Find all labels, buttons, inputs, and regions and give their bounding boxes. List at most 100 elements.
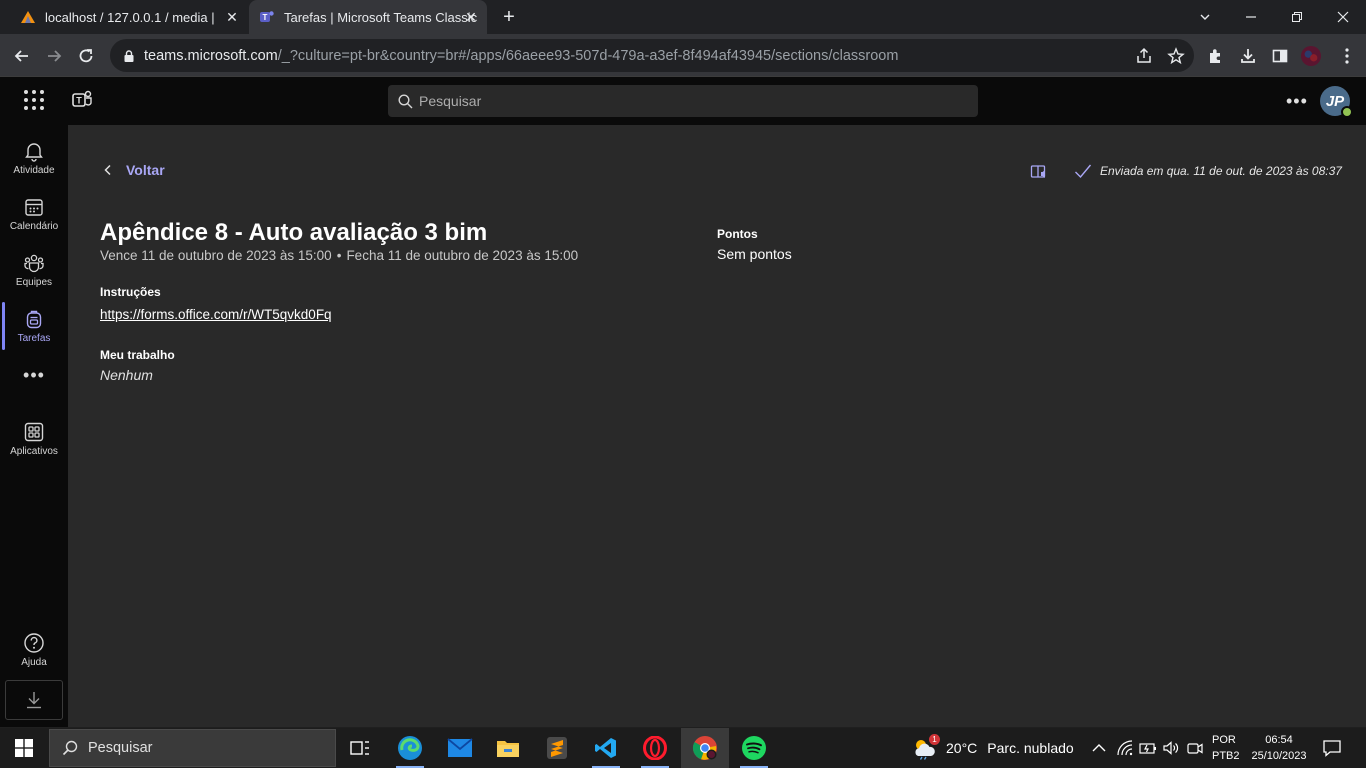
share-icon[interactable] xyxy=(1135,47,1153,65)
url-host: teams.microsoft.com xyxy=(144,47,278,64)
download-icon[interactable] xyxy=(1238,46,1258,66)
rail-item-ajuda[interactable]: Ajuda xyxy=(0,622,68,678)
search-input[interactable] xyxy=(419,93,959,109)
input-language[interactable]: POR PTB2 xyxy=(1212,732,1240,764)
submission-status: Enviada em qua. 11 de out. de 2023 às 08… xyxy=(1074,163,1342,179)
meet-now-icon[interactable] xyxy=(1186,739,1204,757)
chrome-icon[interactable] xyxy=(681,728,729,768)
assignment-detail: Voltar Enviada em qua. 11 de out. de 202… xyxy=(68,125,1366,727)
lock-icon xyxy=(124,49,134,62)
chevron-up-icon[interactable] xyxy=(1090,739,1108,757)
back-button[interactable]: Voltar xyxy=(102,162,165,178)
svg-text:T: T xyxy=(76,96,82,106)
restore-button[interactable] xyxy=(1274,0,1320,34)
close-date: Fecha 11 de outubro de 2023 às 15:00 xyxy=(346,248,579,263)
tab-phpmyadmin[interactable]: localhost / 127.0.0.1 / media | ph ✕ xyxy=(12,0,248,34)
url-path: /_?culture=pt-br&country=br#/apps/66aeee… xyxy=(277,47,899,64)
calendar-icon xyxy=(25,199,43,216)
avatar-initials: JP xyxy=(1325,92,1345,110)
minimize-button[interactable] xyxy=(1228,0,1274,34)
edge-icon[interactable] xyxy=(386,728,434,768)
instructions-label: Instruções xyxy=(100,285,161,299)
rail-item-aplicativos[interactable]: Aplicativos xyxy=(0,411,68,467)
instructions-link[interactable]: https://forms.office.com/r/WT5qvkd0Fq xyxy=(100,307,332,322)
close-tab-icon[interactable]: ✕ xyxy=(463,9,479,25)
date-separator: • xyxy=(336,248,342,263)
chevron-left-icon xyxy=(104,164,111,176)
teams-header: T ••• JP xyxy=(0,77,1366,125)
weather-widget[interactable]: 1 20°C Parc. nublado xyxy=(912,728,1074,768)
battery-icon[interactable] xyxy=(1139,739,1157,757)
windows-start-button[interactable] xyxy=(0,728,48,768)
new-tab-button[interactable]: + xyxy=(498,6,520,28)
reload-icon[interactable] xyxy=(72,42,100,70)
points-value: Sem pontos xyxy=(717,246,792,262)
spotify-icon[interactable] xyxy=(730,728,778,768)
network-icon[interactable] xyxy=(1116,739,1134,757)
taskbar-search-placeholder: Pesquisar xyxy=(88,740,153,756)
teams-people-icon xyxy=(24,254,44,273)
tab-title: localhost / 127.0.0.1 / media | ph xyxy=(45,9,217,25)
back-arrow-icon[interactable] xyxy=(8,42,36,70)
my-work-value: Nenhum xyxy=(100,367,153,383)
rail-item-label: Atividade xyxy=(13,165,55,176)
rail-item-label: Aplicativos xyxy=(10,446,58,457)
extensions-icon[interactable] xyxy=(1206,46,1226,66)
app-launcher-icon[interactable] xyxy=(24,90,44,110)
rail-download-button[interactable] xyxy=(5,680,63,720)
rail-item-label: Tarefas xyxy=(17,333,51,344)
my-work-label: Meu trabalho xyxy=(100,348,175,362)
points-label: Pontos xyxy=(717,227,758,241)
immersive-reader-icon[interactable] xyxy=(1030,163,1048,181)
avatar[interactable]: JP xyxy=(1320,86,1353,118)
search-icon xyxy=(62,740,78,756)
rail-item-label: Calendário xyxy=(9,221,59,232)
rail-item-tarefas[interactable]: Tarefas xyxy=(0,298,68,354)
checkmark-icon xyxy=(1075,164,1092,179)
rail-more-icon[interactable]: ••• xyxy=(0,365,68,386)
rail-item-label: Equipes xyxy=(15,277,53,288)
due-date: Vence 11 de outubro de 2023 às 15:00 xyxy=(100,248,332,263)
mail-icon[interactable] xyxy=(436,728,484,768)
system-clock[interactable]: 06:54 25/10/2023 xyxy=(1248,732,1310,764)
close-window-button[interactable] xyxy=(1320,0,1366,34)
assignment-dates: Vence 11 de outubro de 2023 às 15:00 • Fec… xyxy=(100,248,578,263)
profile-avatar[interactable] xyxy=(1301,46,1321,66)
chrome-menu-icon[interactable] xyxy=(1337,46,1357,66)
help-icon xyxy=(24,633,44,653)
weather-badge: 1 xyxy=(929,734,940,745)
teams-logo-icon: T xyxy=(72,90,92,107)
rail-item-atividade[interactable]: Atividade xyxy=(0,130,68,186)
browser-toolbar: teams.microsoft.com/_?culture=pt-br&coun… xyxy=(0,34,1366,77)
tab-teams[interactable]: T Tarefas | Microsoft Teams Classic ✕ xyxy=(249,0,487,34)
rail-item-equipes[interactable]: Equipes xyxy=(0,242,68,298)
more-options-icon[interactable]: ••• xyxy=(1286,91,1308,112)
back-label: Voltar xyxy=(126,162,165,178)
close-tab-icon[interactable]: ✕ xyxy=(224,9,240,25)
download-arrow-icon xyxy=(27,692,41,709)
notification-center-icon[interactable] xyxy=(1322,738,1342,758)
search-icon xyxy=(398,93,413,108)
rail-item-calendario[interactable]: Calendário xyxy=(0,186,68,242)
app-rail: Atividade Calendário Equipes Tarefas •••… xyxy=(0,125,68,727)
tab-search-icon[interactable] xyxy=(1182,0,1228,34)
vscode-icon[interactable] xyxy=(582,728,630,768)
sublime-text-icon[interactable] xyxy=(533,728,581,768)
side-panel-icon[interactable] xyxy=(1270,46,1290,66)
taskbar-search[interactable]: Pesquisar xyxy=(49,729,336,767)
windows-taskbar: Pesquisar 1 20°C Parc. nublado POR PTB2 … xyxy=(0,728,1366,768)
presence-available-badge xyxy=(1341,106,1353,118)
weather-desc: Parc. nublado xyxy=(987,740,1074,756)
forward-arrow-icon[interactable] xyxy=(40,42,68,70)
teams-icon: T xyxy=(259,9,275,25)
task-view-icon[interactable] xyxy=(336,728,384,768)
file-explorer-icon[interactable] xyxy=(484,728,532,768)
apps-icon xyxy=(24,422,44,442)
bookmark-star-icon[interactable] xyxy=(1167,47,1185,65)
teams-search-box[interactable] xyxy=(388,85,978,117)
opera-icon[interactable] xyxy=(631,728,679,768)
address-bar[interactable]: teams.microsoft.com/_?culture=pt-br&coun… xyxy=(110,39,1194,72)
volume-icon[interactable] xyxy=(1162,739,1180,757)
keyboard-layout: PTB2 xyxy=(1212,750,1240,762)
windows-logo-icon xyxy=(15,739,33,757)
